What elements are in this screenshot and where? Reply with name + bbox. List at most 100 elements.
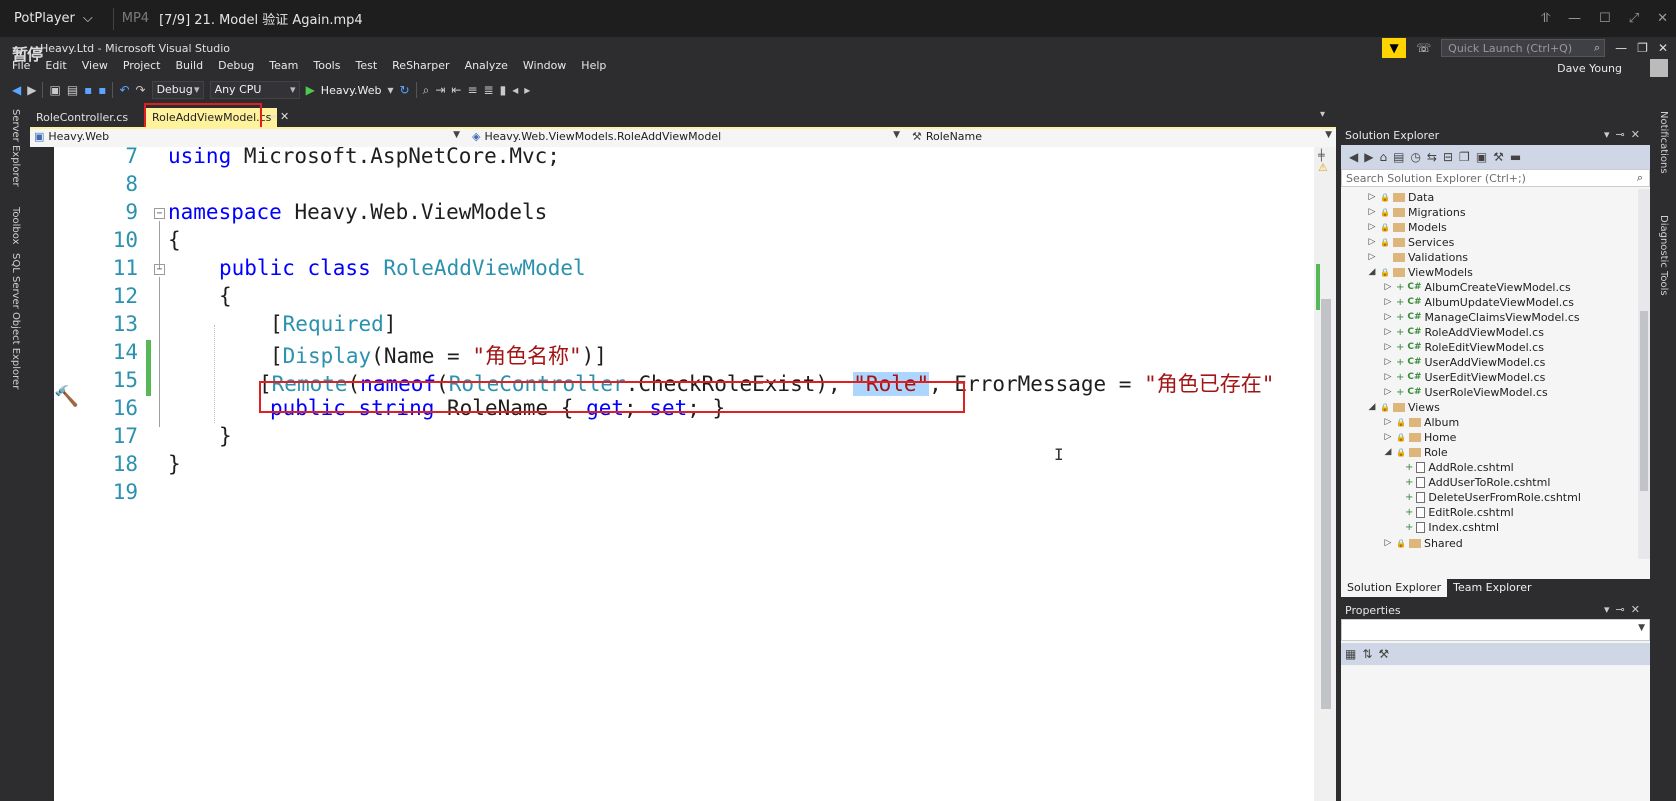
tree-item[interactable]: ◢ 🔒 Role xyxy=(1383,444,1448,460)
expand-icon[interactable]: ▷ xyxy=(1383,538,1393,548)
outdent-icon[interactable]: ⇤ xyxy=(451,83,461,97)
tree-item[interactable]: ▷ 🔒 Album xyxy=(1383,414,1460,430)
tree-item[interactable]: + DeleteUserFromRole.cshtml xyxy=(1405,489,1581,505)
tab-rolecontroller[interactable]: RoleController.cs xyxy=(30,108,134,127)
tree-item[interactable]: + EditRole.cshtml xyxy=(1405,504,1514,520)
switch-views-icon[interactable]: ▤ xyxy=(1393,150,1404,164)
quick-launch-input[interactable]: Quick Launch (Ctrl+Q) ⌕ xyxy=(1441,39,1606,57)
tree-item[interactable]: ▷ + C# UserRoleViewModel.cs xyxy=(1383,384,1548,400)
expand-icon[interactable]: ▷ xyxy=(1367,237,1377,247)
undo-icon[interactable]: ↶ xyxy=(119,83,129,97)
platform-dropdown[interactable]: Any CPU ▾ xyxy=(209,81,300,99)
collapse-icon[interactable]: ◢ xyxy=(1367,267,1377,277)
quick-action-hammer-icon[interactable]: 🔨 xyxy=(54,384,79,408)
pin-icon[interactable]: ⥣ xyxy=(1541,11,1550,26)
user-name[interactable]: Dave Young xyxy=(1557,62,1622,75)
indent-icon[interactable]: ⇥ xyxy=(435,83,445,97)
copy-icon[interactable]: ❐ xyxy=(1459,150,1470,164)
collapse-all-icon[interactable]: ⊟ xyxy=(1443,150,1453,164)
tree-item[interactable]: ▷ + C# AlbumUpdateViewModel.cs xyxy=(1383,294,1575,310)
sync-icon[interactable]: ⇆ xyxy=(1427,150,1437,164)
tree-item[interactable]: ▷ 🔒 Data xyxy=(1367,189,1435,205)
expand-icon[interactable]: ▷ xyxy=(1383,342,1393,352)
back-icon[interactable]: ◀ xyxy=(12,83,21,97)
expand-icon[interactable]: ▷ xyxy=(1367,192,1377,202)
tree-item[interactable]: ▷ + C# RoleAddViewModel.cs xyxy=(1383,324,1544,340)
chevron-down-icon[interactable]: ▾ xyxy=(1320,109,1325,120)
collapse-icon[interactable]: ◢ xyxy=(1367,402,1377,412)
menu-test[interactable]: Test xyxy=(355,59,377,77)
menu-resharper[interactable]: ReSharper xyxy=(392,59,449,77)
save-icon[interactable]: ▪ xyxy=(84,83,92,97)
tree-item[interactable]: + Index.cshtml xyxy=(1405,519,1499,535)
expand-icon[interactable]: ▷ xyxy=(1383,432,1393,442)
tree-item[interactable]: ▷ + C# UserAddViewModel.cs xyxy=(1383,354,1546,370)
next-bookmark-icon[interactable]: ▸ xyxy=(524,83,530,97)
tree-item[interactable]: ▷ + C# UserEditViewModel.cs xyxy=(1383,369,1546,385)
home-icon[interactable]: ⌂ xyxy=(1379,150,1387,164)
collapse-icon[interactable]: ◢ xyxy=(1383,447,1393,457)
redo-icon[interactable]: ↷ xyxy=(136,83,146,97)
expand-icon[interactable]: ▷ xyxy=(1383,312,1393,322)
pending-changes-icon[interactable]: ◷ xyxy=(1410,150,1420,164)
menu-team[interactable]: Team xyxy=(269,59,298,77)
object-selector-dropdown[interactable]: ▼ xyxy=(1341,619,1650,641)
menu-help[interactable]: Help xyxy=(581,59,606,77)
panel-controls[interactable]: ▾⊸✕ xyxy=(1604,128,1646,141)
properties-icon[interactable]: ⚒ xyxy=(1493,150,1504,164)
panel-controls[interactable]: ▾⊸✕ xyxy=(1604,603,1646,616)
uncomment-icon[interactable]: ≣ xyxy=(484,83,494,97)
editor-scrollbar[interactable]: ╪ ⚠ xyxy=(1314,147,1336,801)
player-menu-button[interactable]: PotPlayer ⌵ xyxy=(0,11,105,26)
tree-item[interactable]: + AddRole.cshtml xyxy=(1405,459,1514,475)
expand-icon[interactable]: ▷ xyxy=(1367,222,1377,232)
tree-item[interactable]: ▷ 🔒 Home xyxy=(1383,429,1457,445)
fullscreen-icon[interactable]: ⤢ xyxy=(1629,11,1639,26)
menu-edit[interactable]: Edit xyxy=(45,59,66,77)
menu-window[interactable]: Window xyxy=(523,59,566,77)
tree-item[interactable]: ◢ 🔒 Views xyxy=(1367,399,1440,415)
restore-icon[interactable]: ❐ xyxy=(1637,41,1648,55)
forward-icon[interactable]: ▶ xyxy=(27,83,36,97)
type-dropdown[interactable]: ◈ Heavy.Web.ViewModels.RoleAddViewModel ▼ xyxy=(468,130,904,146)
tree-item[interactable]: ▷ + C# RoleEditViewModel.cs xyxy=(1383,339,1544,355)
tree-item[interactable]: ▷ + C# ManageClaimsViewModel.cs xyxy=(1383,309,1580,325)
expand-icon[interactable]: ▷ xyxy=(1383,327,1393,337)
configuration-dropdown[interactable]: Debug ▾ xyxy=(151,81,204,99)
expand-icon[interactable]: ▷ xyxy=(1383,417,1393,427)
avatar[interactable] xyxy=(1650,59,1668,77)
menu-project[interactable]: Project xyxy=(123,59,161,77)
menu-build[interactable]: Build xyxy=(175,59,203,77)
close-icon[interactable]: ✕ xyxy=(1657,11,1668,26)
preview-icon[interactable]: ▬ xyxy=(1510,150,1521,164)
tree-item[interactable]: ▷ 🔒 Models xyxy=(1367,219,1447,235)
find-icon[interactable]: ⌕ xyxy=(423,83,430,98)
scrollbar-thumb[interactable] xyxy=(1321,299,1331,709)
expand-icon[interactable]: ▷ xyxy=(1367,252,1377,262)
minimize-icon[interactable]: — xyxy=(1615,41,1627,55)
start-debug-icon[interactable]: ▶ xyxy=(306,83,315,97)
project-dropdown[interactable]: ▣ Heavy.Web ▼ xyxy=(30,130,464,146)
refresh-icon[interactable]: ↻ xyxy=(400,83,410,97)
menu-view[interactable]: View xyxy=(82,59,108,77)
tree-item[interactable]: ▷ 🔒 Services xyxy=(1367,234,1455,250)
menu-debug[interactable]: Debug xyxy=(218,59,254,77)
expand-icon[interactable]: ▷ xyxy=(1383,357,1393,367)
expand-icon[interactable]: ▷ xyxy=(1383,387,1393,397)
code-editor[interactable]: 7 8 9 10 11 12 13 14 15 16 17 18 19 − − … xyxy=(54,147,1314,801)
menu-tools[interactable]: Tools xyxy=(313,59,340,77)
feedback-icon[interactable]: ☏ xyxy=(1416,41,1431,55)
solution-search-input[interactable]: Search Solution Explorer (Ctrl+;) ⌕ xyxy=(1341,169,1650,187)
menu-analyze[interactable]: Analyze xyxy=(465,59,508,77)
close-tab-icon[interactable]: ✕ xyxy=(280,110,289,123)
tab-solution-explorer[interactable]: Solution Explorer xyxy=(1341,579,1448,597)
solution-scrollbar[interactable] xyxy=(1638,189,1650,559)
comment-icon[interactable]: ≡ xyxy=(467,83,477,97)
tab-team-explorer[interactable]: Team Explorer xyxy=(1447,579,1537,597)
scrollbar-thumb[interactable] xyxy=(1640,311,1648,491)
expand-icon[interactable]: ▷ xyxy=(1383,372,1393,382)
property-pages-icon[interactable]: ⚒ xyxy=(1378,647,1389,661)
filter-icon[interactable]: ▼ xyxy=(1382,38,1407,58)
back-icon[interactable]: ◀ xyxy=(1349,150,1358,164)
toolbox-tab[interactable]: Toolbox xyxy=(10,207,21,245)
